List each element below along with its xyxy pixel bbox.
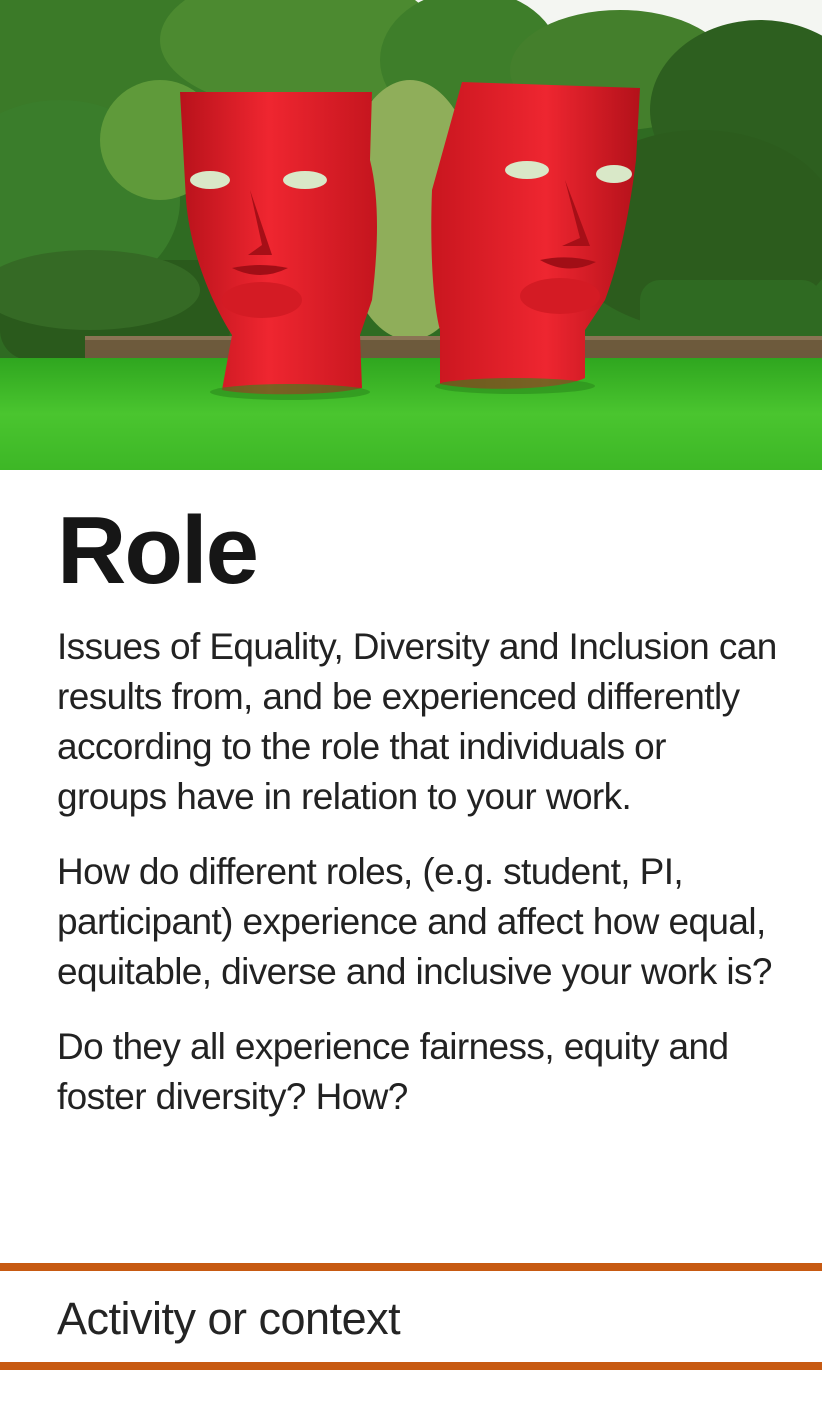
description-paragraph-3: Do they all experience fairness, equity … <box>57 1026 729 1117</box>
description-paragraph-1: Issues of Equality, Diversity and Inclus… <box>57 626 777 817</box>
hero-image <box>0 0 822 470</box>
accent-divider-top <box>0 1263 822 1271</box>
card-content: Role Issues of Equality, Diversity and I… <box>57 496 777 1122</box>
sculpture-photo <box>0 0 822 470</box>
card-title: Role <box>57 497 259 604</box>
accent-divider-bottom <box>0 1362 822 1370</box>
footer-category-label: Activity or context <box>57 1293 401 1344</box>
description-paragraph-2: How do different roles, (e.g. student, P… <box>57 851 772 992</box>
